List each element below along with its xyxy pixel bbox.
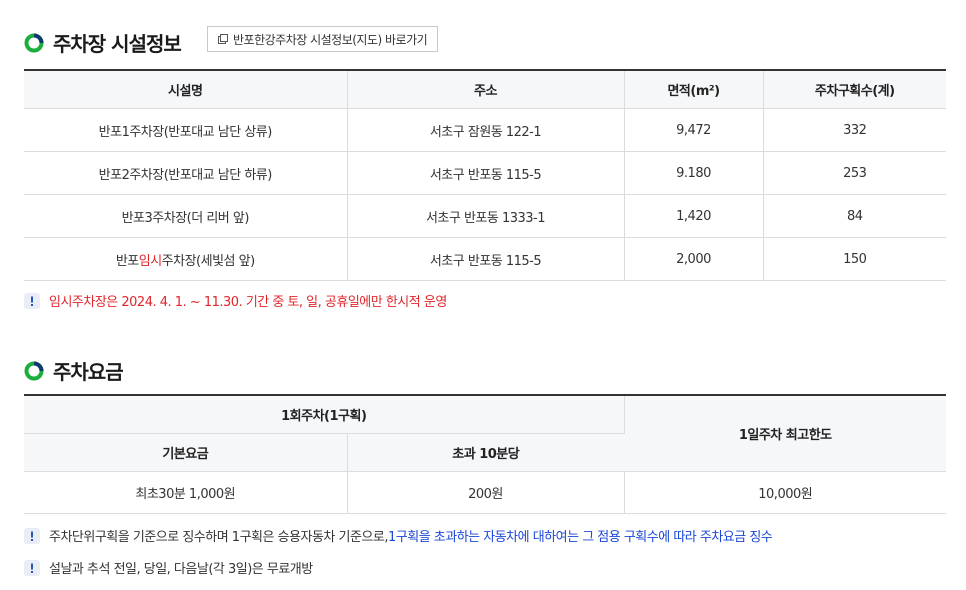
- table-row: 반포임시주차장(세빛섬 앞) 서초구 반포동 115-5 2,000 150: [24, 237, 946, 281]
- header-single-parking: 1회주차(1구획): [24, 395, 625, 434]
- cell-spaces: 332: [763, 108, 946, 152]
- note-text: 주차단위구획을 기준으로 징수하며 1구획은 승용자동차 기준으로,: [49, 530, 389, 545]
- table-header-row: 1회주차(1구획) 1일주차 최고한도: [24, 395, 946, 472]
- cell-facility-name: 반포2주차장(반포대교 남단 하류): [24, 151, 348, 195]
- facility-table: 시설명 주소 면적(m²) 주차구획수(계) 반포1주차장(반포대교 남단 상류…: [24, 69, 946, 281]
- exclamation-info-icon: [24, 559, 40, 576]
- cell-area: 9.180: [624, 151, 764, 195]
- fee-note-2: 설날과 추석 전일, 당일, 다음날(각 3일)은 무료개방: [24, 558, 313, 577]
- table-row: 반포3주차장(더 리버 앞) 서초구 반포동 1333-1 1,420 84: [24, 194, 946, 238]
- header-basic-fee: 기본요금: [24, 433, 348, 472]
- cell-address: 서초구 잠원동 122-1: [347, 108, 625, 152]
- note-text-highlight: 1구획을 초과하는 자동차에 대하여는 그 점용 구획수에 따라 주차요금 징수: [388, 530, 773, 545]
- temporary-parking-note: 임시주차장은 2024. 4. 1. ~ 11.30. 기간 중 토, 일, 공…: [24, 291, 447, 310]
- cell-area: 9,472: [624, 108, 764, 152]
- fee-table: 1회주차(1구획) 1일주차 최고한도 기본요금 초과 10분당 최초30분 1…: [24, 394, 946, 514]
- cell-address: 서초구 반포동 115-5: [347, 237, 625, 281]
- cell-address: 서초구 반포동 1333-1: [347, 194, 625, 238]
- cell-facility-name: 반포3주차장(더 리버 앞): [24, 194, 348, 238]
- table-header-row: 시설명 주소 면적(m²) 주차구획수(계): [24, 70, 946, 109]
- cell-area: 2,000: [624, 237, 764, 281]
- table-row: 반포1주차장(반포대교 남단 상류) 서초구 잠원동 122-1 9,472 3…: [24, 108, 946, 152]
- external-link-icon: [218, 34, 228, 44]
- fee-note-1: 주차단위구획을 기준으로 징수하며 1구획은 승용자동차 기준으로, 1구획을 …: [24, 526, 773, 545]
- cell-area: 1,420: [624, 194, 764, 238]
- cell-basic-fee: 최초30분 1,000원: [24, 471, 348, 514]
- section-facility-title: 주차장 시설정보: [24, 28, 182, 57]
- header-facility-name: 시설명: [24, 70, 348, 109]
- header-daily-max: 1일주차 최고한도: [624, 395, 946, 472]
- map-link-button[interactable]: 반포한강주차장 시설정보(지도) 바로가기: [207, 26, 439, 52]
- page-title: 주차장 시설정보: [53, 32, 182, 56]
- table-row: 최초30분 1,000원 200원 10,000원: [24, 471, 946, 514]
- cell-extra-fee: 200원: [347, 471, 625, 514]
- note-text: 설날과 추석 전일, 당일, 다음날(각 3일)은 무료개방: [49, 562, 313, 577]
- section-ring-icon: [24, 361, 44, 380]
- cell-spaces: 84: [763, 194, 946, 238]
- cell-facility-name: 반포임시주차장(세빛섬 앞): [24, 237, 348, 281]
- cell-spaces: 150: [763, 237, 946, 281]
- name-suffix: 주차장(세빛섬 앞): [161, 253, 256, 269]
- name-prefix: 반포: [115, 253, 139, 269]
- section-heading: 주차요금: [53, 360, 124, 384]
- header-extra-fee: 초과 10분당: [347, 433, 624, 472]
- map-link-label: 반포한강주차장 시설정보(지도) 바로가기: [233, 32, 428, 47]
- note-text: 임시주차장은 2024. 4. 1. ~ 11.30. 기간 중 토, 일, 공…: [49, 295, 447, 310]
- cell-facility-name: 반포1주차장(반포대교 남단 상류): [24, 108, 348, 152]
- section-fee-title: 주차요금: [24, 356, 124, 385]
- exclamation-info-icon: [24, 527, 40, 544]
- table-row: 반포2주차장(반포대교 남단 하류) 서초구 반포동 115-5 9.180 2…: [24, 151, 946, 195]
- header-spaces: 주차구획수(계): [763, 70, 946, 109]
- cell-daily-max: 10,000원: [624, 471, 946, 514]
- header-address: 주소: [347, 70, 625, 109]
- cell-spaces: 253: [763, 151, 946, 195]
- name-highlight-temporary: 임시: [138, 253, 162, 269]
- exclamation-info-icon: [24, 292, 40, 309]
- header-area: 면적(m²): [624, 70, 764, 109]
- section-ring-icon: [24, 33, 44, 52]
- cell-address: 서초구 반포동 115-5: [347, 151, 625, 195]
